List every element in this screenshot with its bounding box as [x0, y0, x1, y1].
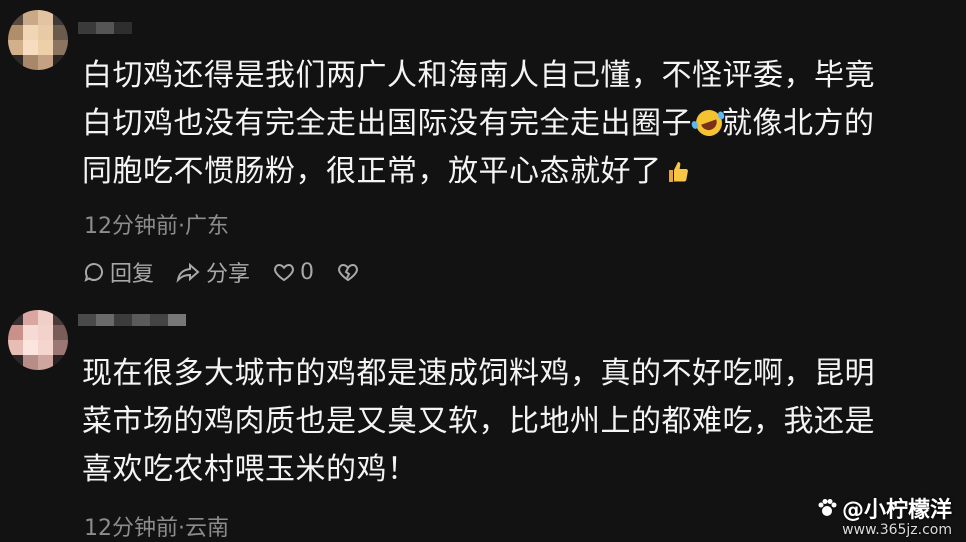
username-blurred[interactable] [78, 314, 186, 340]
comment-line: 菜市场的鸡肉质也是又臭又软，比地州上的都难吃，我还是 [82, 404, 875, 439]
reply-label: 回复 [110, 262, 155, 287]
comment-item: 白切鸡还得是我们两广人和海南人自己懂，不怪评委，毕竟 白切鸡也没有完全走出国际没… [0, 0, 966, 300]
reply-icon [84, 263, 103, 282]
broken-heart-icon [338, 263, 358, 282]
share-icon [176, 262, 200, 283]
watermark-name: @小柠檬洋 [841, 498, 952, 523]
comment-line-text: 同胞吃不惯肠粉，很正常，放平心态就好了 [82, 154, 662, 189]
thumbs-up-icon [668, 162, 688, 182]
laughing-tears-icon [692, 106, 726, 140]
dislike-button[interactable] [336, 260, 364, 284]
comment-line-text: 就像北方的 [722, 106, 875, 141]
comment-line: 同胞吃不惯肠粉，很正常，放平心态就好了 [82, 148, 952, 196]
comment-line: 白切鸡也没有完全走出国际没有完全走出圈子 就像北方的 [82, 100, 952, 148]
comment-actions: 回复 分享 0 [82, 256, 386, 288]
like-button[interactable]: 0 [272, 260, 314, 285]
paw-icon [818, 499, 837, 516]
reply-button[interactable]: 回复 [82, 256, 154, 288]
share-button[interactable]: 分享 [176, 256, 250, 288]
comment-line: 喜欢吃农村喂玉米的鸡！ [82, 452, 418, 487]
avatar[interactable] [8, 310, 68, 370]
share-label: 分享 [206, 262, 251, 287]
heart-icon [274, 263, 294, 282]
comment-line: 白切鸡还得是我们两广人和海南人自己懂，不怪评委，毕竟 [82, 58, 875, 93]
comment-line-text: 白切鸡也没有完全走出国际没有完全走出圈子 [82, 106, 692, 141]
comment-meta: 12分钟前·云南 [84, 516, 229, 541]
watermark: @小柠檬洋 www.365jz.com [816, 492, 952, 538]
like-count: 0 [300, 259, 315, 285]
username-blurred[interactable] [78, 22, 132, 48]
comment-line: 现在很多大城市的鸡都是速成饲料鸡，真的不好吃啊，昆明 [82, 356, 875, 391]
comment-text: 白切鸡还得是我们两广人和海南人自己懂，不怪评委，毕竟 白切鸡也没有完全走出国际没… [82, 52, 952, 196]
comment-meta: 12分钟前·广东 [84, 214, 229, 239]
watermark-url: www.365jz.com [842, 522, 952, 538]
comment-text: 现在很多大城市的鸡都是速成饲料鸡，真的不好吃啊，昆明 菜市场的鸡肉质也是又臭又软… [82, 350, 952, 494]
avatar[interactable] [8, 10, 68, 70]
